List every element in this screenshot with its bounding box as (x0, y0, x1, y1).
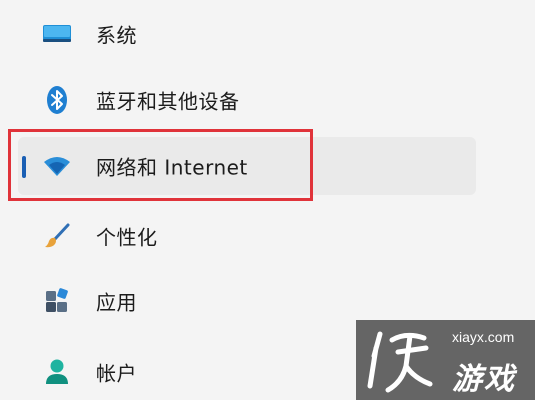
wifi-icon (40, 149, 74, 183)
brush-icon (40, 219, 74, 253)
person-icon (40, 355, 74, 389)
sidebar-item-label: 网络和 Internet (96, 155, 248, 180)
monitor-icon (40, 17, 74, 51)
sidebar-item-label: 蓝牙和其他设备 (96, 89, 240, 114)
watermark-domain: xiayx.com (452, 329, 515, 345)
sidebar-item-personalization[interactable]: 个性化 (18, 207, 476, 265)
site-logo-icon (367, 331, 433, 393)
sidebar-item-network[interactable]: 网络和 Internet (18, 137, 476, 195)
sidebar-item-label: 应用 (96, 290, 137, 315)
selection-indicator (22, 156, 26, 178)
watermark-name: 游戏 (452, 362, 516, 397)
sidebar-item-label: 帐户 (96, 361, 137, 386)
sidebar-item-bluetooth[interactable]: 蓝牙和其他设备 (18, 71, 476, 129)
sidebar-item-system[interactable]: 系统 (18, 5, 476, 63)
sidebar-item-label: 系统 (96, 23, 137, 48)
bluetooth-icon (40, 83, 74, 117)
sidebar-item-label: 个性化 (96, 225, 158, 250)
watermark: xiayx.com 游戏 (356, 320, 535, 400)
apps-icon (40, 284, 74, 318)
settings-page: 系统 蓝牙和其他设备 网络和 Internet 个性化 应用 帐户 xiayx.… (0, 0, 535, 400)
